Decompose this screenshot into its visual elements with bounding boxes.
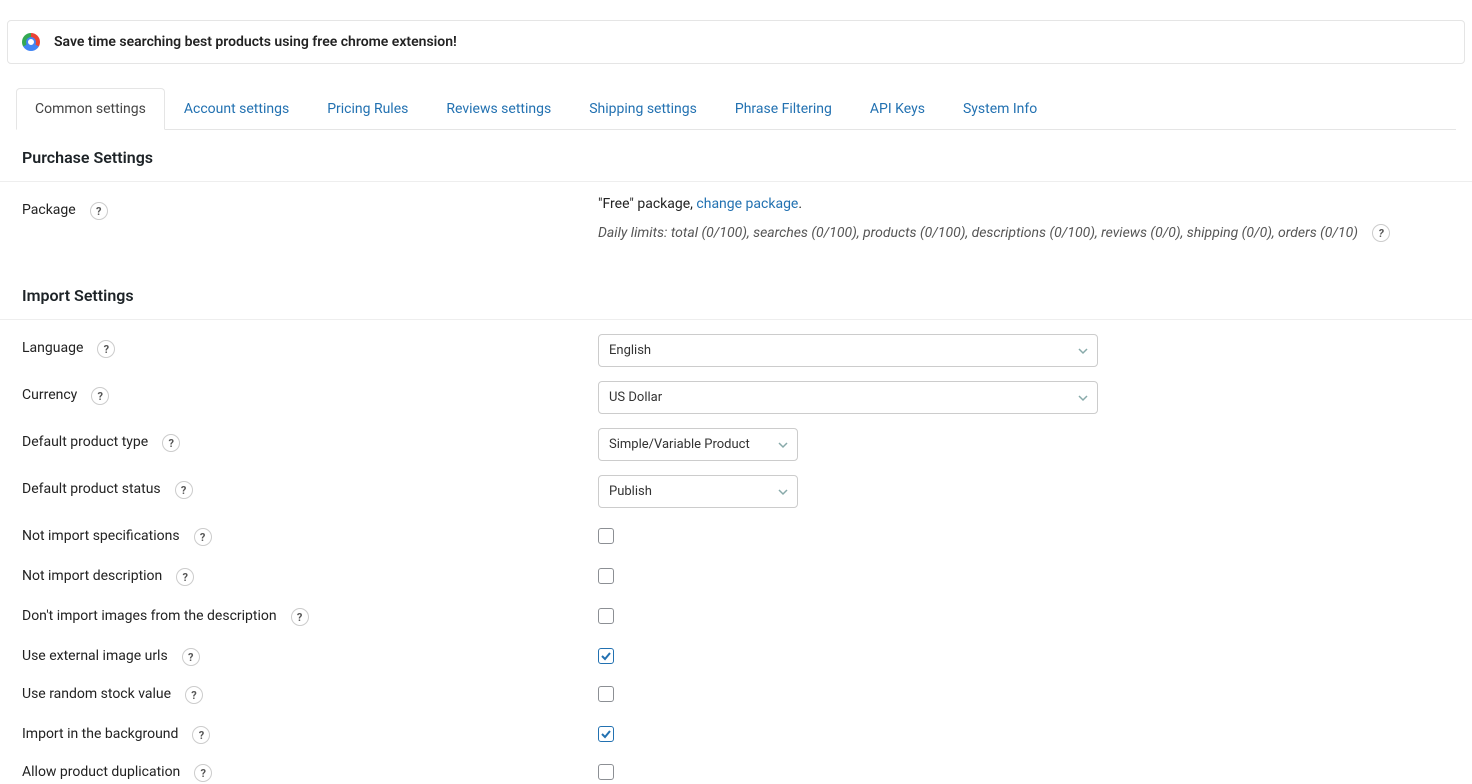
help-icon[interactable]: ? <box>291 608 309 626</box>
not-import-specifications-checkbox[interactable] <box>598 528 614 544</box>
chrome-icon <box>22 33 40 51</box>
settings-tabs: Common settingsAccount settingsPricing R… <box>16 88 1456 130</box>
language-label: Language <box>22 340 83 356</box>
import-settings-title: Import Settings <box>0 268 1472 320</box>
currency-select-value: US Dollar <box>598 381 1098 414</box>
product-status-value: Publish <box>598 475 798 508</box>
section-import: Import Settings Language ? English Curre… <box>0 268 1472 784</box>
use-external-image-urls-label: Use external image urls <box>22 648 168 664</box>
row-language: Language ? English <box>0 334 1472 367</box>
currency-label: Currency <box>22 387 77 403</box>
language-select[interactable]: English <box>598 334 1098 367</box>
row-use-external-image-urls: Use external image urls? <box>0 642 1472 666</box>
tab-common-settings[interactable]: Common settings <box>16 88 165 130</box>
help-icon[interactable]: ? <box>1372 224 1390 242</box>
allow-product-duplication-checkbox[interactable] <box>598 764 614 780</box>
help-icon[interactable]: ? <box>91 387 109 405</box>
use-random-stock-value-checkbox[interactable] <box>598 686 614 702</box>
use-external-image-urls-checkbox[interactable] <box>598 648 614 664</box>
tab-pricing-rules[interactable]: Pricing Rules <box>308 88 427 130</box>
section-purchase: Purchase Settings Package ? "Free" packa… <box>0 130 1472 242</box>
import-in-background-checkbox[interactable] <box>598 726 614 742</box>
row-import-in-background: Import in the background? <box>0 720 1472 744</box>
use-random-stock-value-label: Use random stock value <box>22 686 171 702</box>
not-import-description-label: Not import description <box>22 568 162 584</box>
daily-limits-text: Daily limits: total (0/100), searches (0… <box>598 225 1358 241</box>
help-icon[interactable]: ? <box>194 528 212 546</box>
product-status-select[interactable]: Publish <box>598 475 798 508</box>
help-icon[interactable]: ? <box>192 726 210 744</box>
help-icon[interactable]: ? <box>175 481 193 499</box>
product-type-select[interactable]: Simple/Variable Product <box>598 428 798 461</box>
language-select-value: English <box>598 334 1098 367</box>
package-label: Package <box>22 202 76 218</box>
help-icon[interactable]: ? <box>90 202 108 220</box>
import-in-background-label: Import in the background <box>22 726 178 742</box>
package-suffix: . <box>798 196 802 212</box>
banner-text[interactable]: Save time searching best products using … <box>54 34 457 50</box>
tab-system-info[interactable]: System Info <box>944 88 1056 130</box>
row-not-import-specifications: Not import specifications? <box>0 522 1472 548</box>
not-import-specifications-label: Not import specifications <box>22 528 180 544</box>
tab-shipping-settings[interactable]: Shipping settings <box>570 88 716 130</box>
dont-import-images-label: Don't import images from the description <box>22 608 277 624</box>
help-icon[interactable]: ? <box>162 434 180 452</box>
currency-select[interactable]: US Dollar <box>598 381 1098 414</box>
help-icon[interactable]: ? <box>176 568 194 586</box>
package-prefix: "Free" package, <box>598 196 696 212</box>
tab-phrase-filtering[interactable]: Phrase Filtering <box>716 88 851 130</box>
help-icon[interactable]: ? <box>97 340 115 358</box>
help-icon[interactable]: ? <box>182 648 200 666</box>
tab-account-settings[interactable]: Account settings <box>165 88 308 130</box>
allow-product-duplication-label: Allow product duplication <box>22 764 180 780</box>
product-type-value: Simple/Variable Product <box>598 428 798 461</box>
row-currency: Currency ? US Dollar <box>0 381 1472 414</box>
row-not-import-description: Not import description? <box>0 562 1472 588</box>
row-dont-import-images: Don't import images from the description… <box>0 602 1472 628</box>
not-import-description-checkbox[interactable] <box>598 568 614 584</box>
tab-api-keys[interactable]: API Keys <box>851 88 944 130</box>
row-use-random-stock-value: Use random stock value? <box>0 680 1472 706</box>
help-icon[interactable]: ? <box>194 764 212 782</box>
help-icon[interactable]: ? <box>185 686 203 704</box>
dont-import-images-checkbox[interactable] <box>598 608 614 624</box>
product-status-label: Default product status <box>22 481 161 497</box>
package-label-wrap: Package ? <box>22 196 598 242</box>
package-value: "Free" package, change package. Daily li… <box>598 196 1450 242</box>
change-package-link[interactable]: change package <box>696 196 798 212</box>
purchase-settings-title: Purchase Settings <box>0 130 1472 182</box>
row-allow-product-duplication: Allow product duplication? <box>0 758 1472 784</box>
row-product-status: Default product status ? Publish <box>0 475 1472 508</box>
promo-banner: Save time searching best products using … <box>7 20 1465 64</box>
tab-reviews-settings[interactable]: Reviews settings <box>427 88 570 130</box>
product-type-label: Default product type <box>22 434 148 450</box>
row-package: Package ? "Free" package, change package… <box>0 196 1472 242</box>
row-product-type: Default product type ? Simple/Variable P… <box>0 428 1472 461</box>
